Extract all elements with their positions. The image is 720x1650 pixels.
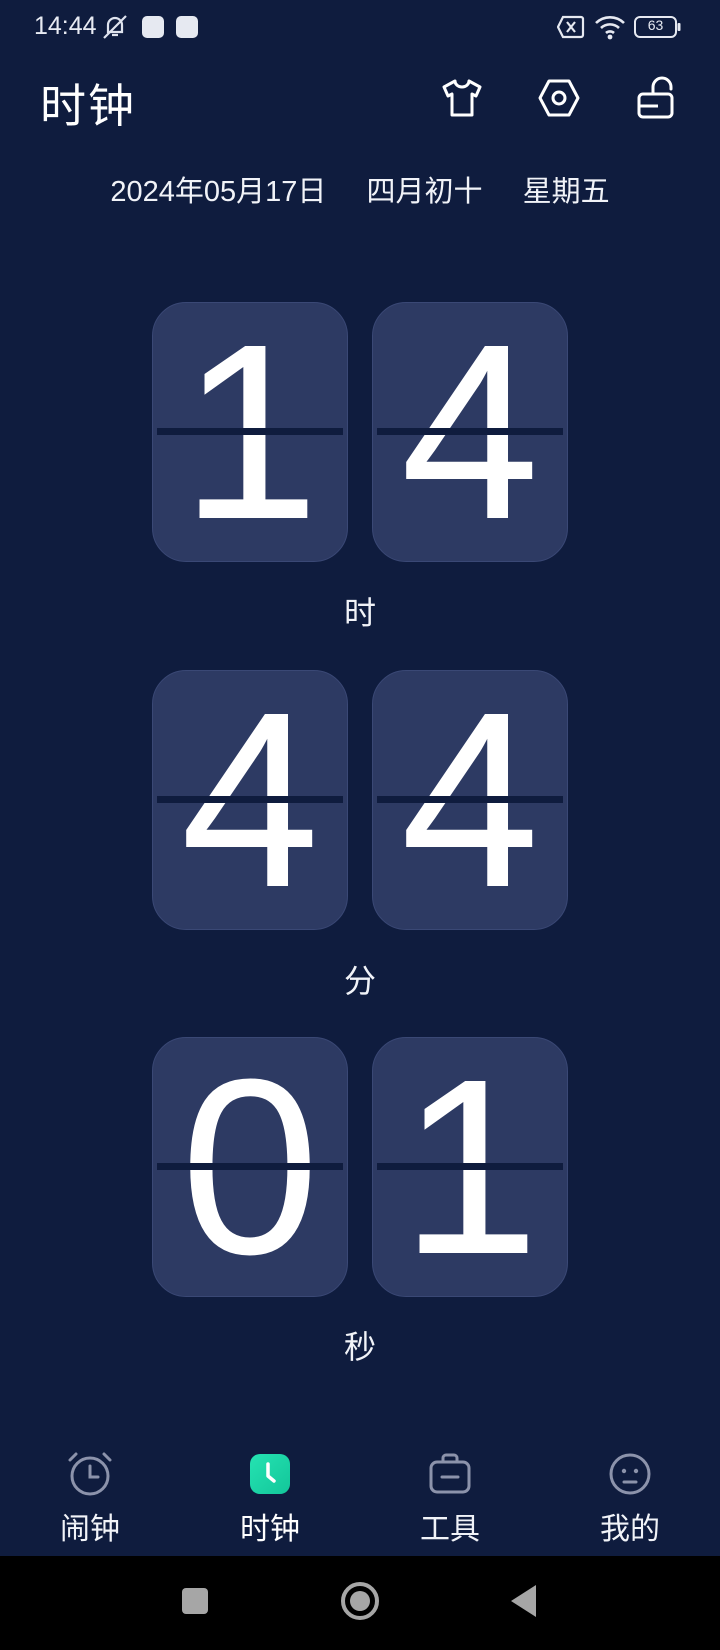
back-triangle-icon xyxy=(508,1583,540,1624)
flip-split-line xyxy=(377,428,563,435)
flip-split-line xyxy=(157,428,343,435)
nav-item-clock[interactable]: 时钟 xyxy=(180,1430,360,1556)
page-title: 时钟 xyxy=(40,80,136,132)
nav-label-clock: 时钟 xyxy=(240,1513,300,1546)
clock-icon xyxy=(246,1450,294,1498)
second-digit-2-card: 1 xyxy=(372,1037,568,1297)
notification-muted-icon xyxy=(101,13,129,46)
hour-label: 时 xyxy=(343,595,376,631)
hour-digit-1-card: 1 xyxy=(152,302,348,562)
app-notification-icon xyxy=(175,15,199,44)
battery-icon: 63 xyxy=(634,14,682,45)
nav-label-tools: 工具 xyxy=(420,1513,480,1546)
circle-icon xyxy=(339,1580,381,1627)
minute-digit-1-card: 4 xyxy=(152,670,348,930)
no-sim-icon xyxy=(556,15,585,44)
gregorian-date: 2024年05月17日 xyxy=(110,176,327,208)
lunar-date: 四月初十 xyxy=(366,176,483,208)
profile-face-icon xyxy=(606,1450,654,1498)
flip-split-line xyxy=(157,1163,343,1170)
recent-apps-button[interactable] xyxy=(155,1556,235,1650)
theme-shirt-icon xyxy=(440,78,484,123)
home-button[interactable] xyxy=(320,1556,400,1650)
back-button[interactable] xyxy=(484,1556,564,1650)
minute-label: 分 xyxy=(343,963,376,999)
flip-split-line xyxy=(377,796,563,803)
lock-button[interactable] xyxy=(628,72,684,128)
wifi-icon xyxy=(594,13,626,46)
system-nav-bar xyxy=(0,1556,720,1650)
status-bar: 14:44 63 xyxy=(0,0,720,54)
weekday: 星期五 xyxy=(522,176,610,208)
second-label: 秒 xyxy=(343,1329,376,1365)
alarm-clock-icon xyxy=(66,1450,114,1498)
flip-split-line xyxy=(377,1163,563,1170)
nav-item-tools[interactable]: 工具 xyxy=(360,1430,540,1556)
nav-label-alarm: 闹钟 xyxy=(60,1513,120,1546)
nav-item-alarm[interactable]: 闹钟 xyxy=(0,1430,180,1556)
settings-button[interactable] xyxy=(531,72,587,128)
toolbox-icon xyxy=(426,1450,474,1498)
hour-digit-2-card: 4 xyxy=(372,302,568,562)
battery-level: 63 xyxy=(647,17,664,33)
square-icon xyxy=(180,1586,210,1621)
app-notification-icon xyxy=(141,15,165,44)
second-digit-1-card: 0 xyxy=(152,1037,348,1297)
app-header: 时钟 xyxy=(0,60,720,140)
date-line: 2024年05月17日 四月初十 星期五 xyxy=(0,168,720,210)
nav-item-mine[interactable]: 我的 xyxy=(540,1430,720,1556)
flip-split-line xyxy=(157,796,343,803)
minute-digit-2-card: 4 xyxy=(372,670,568,930)
unlock-icon xyxy=(636,76,676,125)
theme-button[interactable] xyxy=(434,72,490,128)
bottom-nav: 闹钟 时钟 工具 我的 xyxy=(0,1430,720,1556)
status-time: 14:44 xyxy=(34,12,97,40)
settings-hexagon-icon xyxy=(538,78,580,123)
nav-label-mine: 我的 xyxy=(600,1513,660,1546)
